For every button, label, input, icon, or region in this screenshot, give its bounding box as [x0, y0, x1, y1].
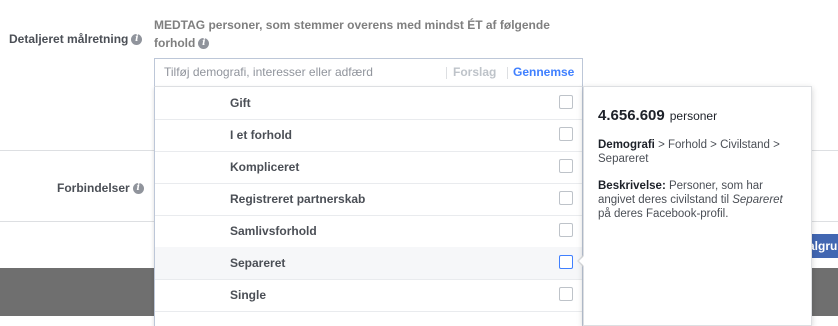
description-text-2: på deres Facebook-profil.	[598, 208, 729, 220]
audience-unit: personer	[669, 109, 718, 123]
include-header-line1: MEDTAG personer, som stemmer overens med…	[154, 18, 550, 32]
search-divider	[446, 67, 447, 79]
option-label: Gift	[230, 96, 251, 110]
option-label: Separeret	[230, 256, 286, 270]
option-label: Samlivsforhold	[230, 224, 317, 238]
option-checkbox[interactable]	[559, 191, 573, 205]
option-checkbox[interactable]	[559, 127, 573, 141]
description-italic: Separeret	[732, 194, 783, 206]
description-label: Beskrivelse:	[598, 180, 666, 192]
tab-divider	[507, 67, 508, 79]
option-label: Single	[230, 288, 267, 302]
info-icon[interactable]: i	[198, 38, 210, 50]
info-icon[interactable]: i	[131, 34, 143, 46]
path-label: Demografi	[598, 139, 655, 151]
detailed-targeting-label: Detaljeret målretning i	[9, 32, 143, 46]
tab-browse[interactable]: Gennemse	[513, 65, 574, 79]
audience-size: 4.656.609 personer	[598, 107, 717, 125]
include-header-line2: forhold	[154, 36, 196, 50]
category-path: Demografi > Forhold > Civilstand > Separ…	[598, 138, 798, 166]
search-input[interactable]: Tilføj demografi, interesser eller adfær…	[164, 65, 373, 79]
option-samlivsforhold[interactable]: Samlivsforhold	[155, 215, 582, 247]
option-separeret[interactable]: Separeret	[155, 247, 582, 279]
option-label: Registreret partnerskab	[230, 192, 366, 206]
option-gift[interactable]: Gift	[155, 87, 582, 119]
option-label: I et forhold	[230, 128, 292, 142]
tab-suggestions[interactable]: Forslag	[453, 65, 496, 79]
audience-count: 4.656.609	[598, 107, 665, 124]
row-divider	[155, 311, 582, 312]
detailed-targeting-label-text: Detaljeret målretning	[9, 32, 129, 46]
option-registreret-partnerskab[interactable]: Registreret partnerskab	[155, 183, 582, 215]
option-label: Kompliceret	[230, 160, 300, 174]
option-checkbox[interactable]	[559, 255, 573, 269]
include-header: MEDTAG personer, som stemmer overens med…	[154, 16, 574, 52]
option-checkbox[interactable]	[559, 223, 573, 237]
category-description: Beskrivelse: Personer, som har angivet d…	[598, 179, 798, 221]
targeting-search-box[interactable]: Tilføj demografi, interesser eller adfær…	[154, 58, 583, 86]
browse-dropdown: Gift I et forhold Kompliceret Registrere…	[154, 86, 583, 326]
option-i-et-forhold[interactable]: I et forhold	[155, 119, 582, 151]
detail-pointer-inner	[579, 256, 584, 266]
option-kompliceret[interactable]: Kompliceret	[155, 151, 582, 183]
info-icon[interactable]: i	[132, 183, 144, 195]
detail-panel: 4.656.609 personer Demografi > Forhold > …	[583, 86, 812, 326]
connections-label-text: Forbindelser	[57, 181, 130, 195]
option-single[interactable]: Single	[155, 279, 582, 311]
option-checkbox[interactable]	[559, 287, 573, 301]
option-checkbox[interactable]	[559, 159, 573, 173]
option-checkbox[interactable]	[559, 95, 573, 109]
connections-label: Forbindelser i	[57, 181, 144, 195]
